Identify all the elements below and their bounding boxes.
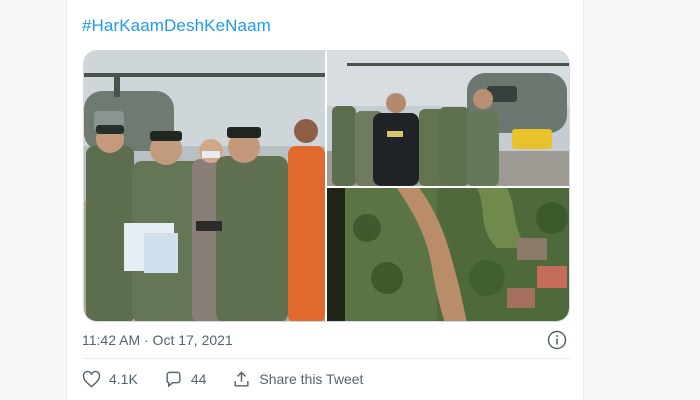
heart-icon bbox=[82, 370, 101, 388]
photo-aerial-flood[interactable] bbox=[327, 188, 569, 321]
tweet-actions: 4.1K 44 Share this Tweet bbox=[82, 368, 389, 390]
hashtag-link[interactable]: #HarKaamDeshKeNaam bbox=[82, 16, 271, 36]
photo-tarmac-group[interactable] bbox=[327, 51, 569, 186]
left-gutter bbox=[0, 0, 66, 400]
info-icon[interactable] bbox=[547, 330, 567, 350]
share-button[interactable]: Share this Tweet bbox=[232, 370, 363, 389]
like-button[interactable]: 4.1K bbox=[82, 370, 138, 389]
tweet-timestamp[interactable]: 11:42 AM · Oct 17, 2021 bbox=[82, 332, 233, 348]
right-gutter bbox=[584, 0, 700, 400]
reply-count: 44 bbox=[190, 371, 207, 387]
reply-button[interactable]: 44 bbox=[164, 370, 207, 389]
divider bbox=[82, 358, 570, 359]
photo-officers-briefing[interactable] bbox=[84, 51, 325, 321]
reply-bubble-icon bbox=[166, 371, 181, 387]
tweet-card: #HarKaamDeshKeNaam 11:42 AM · Oct 17, 20… bbox=[66, 0, 584, 400]
like-count: 4.1K bbox=[109, 371, 138, 387]
share-label: Share this Tweet bbox=[259, 371, 364, 387]
share-upload-icon bbox=[234, 370, 249, 387]
media-grid bbox=[83, 50, 570, 322]
